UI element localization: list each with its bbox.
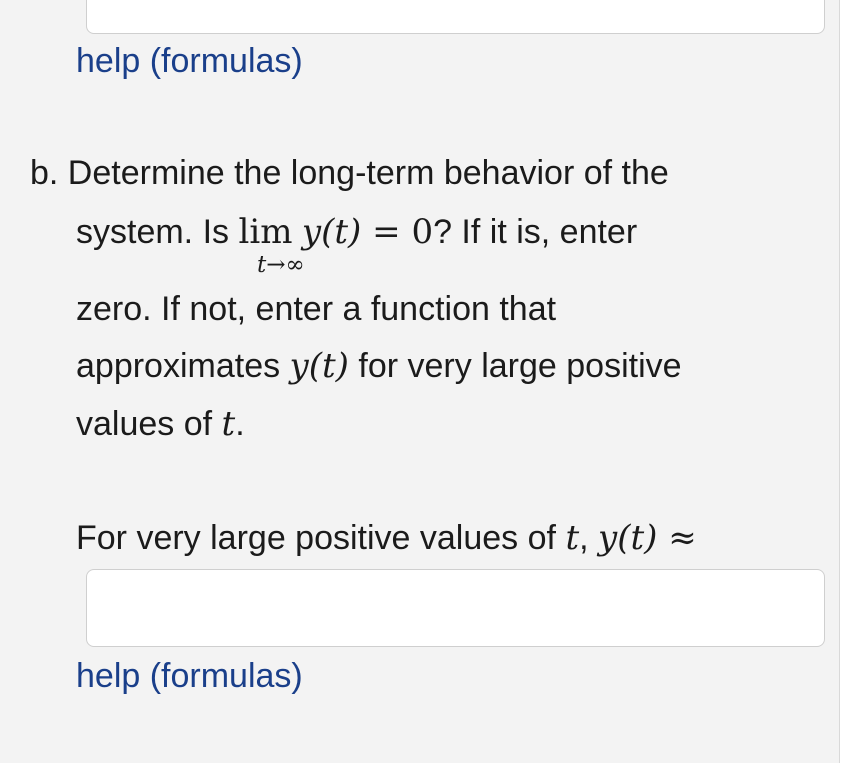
limit-subscript: t→∞ — [257, 252, 305, 278]
answer-prompt-comma: , — [579, 519, 599, 557]
question-b-line-4-post: for very large positive — [348, 347, 682, 385]
help-formulas-link[interactable]: help (formulas) — [76, 657, 303, 696]
question-b-line-4-pre: approximates — [76, 347, 290, 385]
question-b-line-1: b. Determine the long-term behavior of t… — [30, 154, 669, 192]
math-y-of-t: y(t) — [301, 212, 362, 252]
question-b-line-2-pre: system. Is — [76, 213, 239, 251]
question-b-line-4: approximates y(t) for very large positiv… — [76, 346, 682, 386]
math-t: t — [565, 518, 580, 558]
answer-input-previous[interactable] — [86, 0, 825, 34]
question-b-line-3: zero. If not, enter a function that — [76, 290, 557, 328]
help-formulas-link[interactable]: help (formulas) — [76, 42, 303, 81]
question-b-line-2-post: ? If it is, enter — [433, 213, 638, 251]
question-b-line-5-post: . — [235, 405, 245, 443]
limit-operator: lim — [238, 212, 293, 252]
zero-value: 0 — [411, 212, 434, 252]
approx-sign: ≈ — [657, 518, 697, 558]
question-b-line-2: system. Is lim y(t) = 0? If it is, enter — [76, 212, 637, 252]
math-y-of-t: y(t) — [289, 346, 349, 386]
question-b-line-5-pre: values of — [76, 405, 222, 443]
math-t: t — [221, 404, 236, 444]
answer-prompt-pre: For very large positive values of — [76, 519, 566, 557]
math-y-of-t: y(t) — [598, 518, 658, 558]
right-edge-divider — [839, 0, 864, 763]
answer-input-y-approx[interactable] — [86, 569, 825, 647]
equals-sign: = — [361, 212, 412, 252]
answer-prompt: For very large positive values of t, y(t… — [76, 518, 697, 558]
question-b-line-5: values of t. — [76, 404, 245, 444]
